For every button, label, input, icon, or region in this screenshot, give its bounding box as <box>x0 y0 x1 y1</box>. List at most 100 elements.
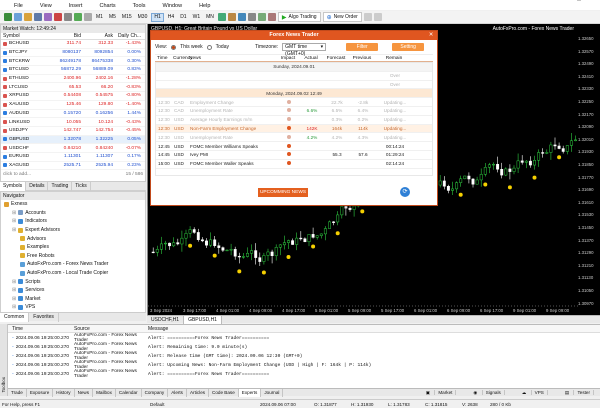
tf-m1[interactable]: M1 <box>94 13 105 22</box>
news-row[interactable]: 12:30 USD Non-Farm Employment Change 142K 16… <box>156 124 432 134</box>
market-watch-row[interactable]: GBPUSD 1.32078 1.32225 0.05% <box>1 135 145 145</box>
menu-tools[interactable]: Tools <box>131 3 148 9</box>
news-event-marker[interactable] <box>286 254 291 259</box>
navigator-item[interactable]: Advisors <box>1 234 145 243</box>
toolbox-tab-articles[interactable]: Articles <box>187 388 210 397</box>
log-row[interactable]: ◦ 2024.09.06 19:25:00.270 AutoFxPro.com - … <box>8 333 600 343</box>
market-watch-icon[interactable] <box>24 13 32 21</box>
toolbox-tab-code-base[interactable]: Code Base <box>209 388 239 397</box>
setting-button[interactable]: Setting <box>392 43 425 51</box>
log-row[interactable]: ◦ 2024.09.06 19:25:00.270 AutoFxPro.com - … <box>8 369 600 379</box>
radio-this-week[interactable] <box>171 44 177 50</box>
tab-symbols[interactable]: Symbols <box>0 181 27 191</box>
market-link[interactable]: ▣ Market <box>420 389 460 397</box>
this-week-label[interactable]: This week <box>180 44 203 50</box>
tester-link[interactable]: ▤ Tester <box>559 389 597 397</box>
news-event-marker[interactable] <box>483 182 488 187</box>
navigator-item[interactable]: AutoFxPro.com - Local Trade Copier <box>1 269 145 278</box>
tf-h1[interactable]: H1 <box>151 12 164 22</box>
news-event-marker[interactable] <box>212 253 217 258</box>
tab-details[interactable]: Details <box>26 181 49 191</box>
today-label[interactable]: Today <box>216 44 229 50</box>
toolbox-side-tab[interactable]: Toolbox <box>0 324 8 396</box>
news-row[interactable]: 12:30 CAD Employment Change 22.7k -2.8k Updat… <box>156 98 432 107</box>
terminal-icon[interactable] <box>54 13 62 21</box>
market-watch-row[interactable]: BTCKRW 86249178 86475338 0.30% <box>1 57 145 67</box>
algo-trading-button[interactable]: ▶ Algo Trading <box>277 12 321 22</box>
tf-h4[interactable]: H4 <box>166 13 176 22</box>
navigator-item[interactable]: ⊞ Expert Advisors <box>1 226 145 235</box>
line-tool-icon[interactable] <box>84 13 92 21</box>
zoom-out-icon[interactable] <box>237 13 246 21</box>
shift-icon[interactable] <box>267 13 276 21</box>
news-event-marker[interactable] <box>507 185 512 190</box>
toolbox-tab-trade[interactable]: Trade <box>8 388 27 397</box>
menu-view[interactable]: View <box>38 3 54 9</box>
navigator-item[interactable]: AutoFxPro.com - Forex News Trader <box>1 260 145 269</box>
tf-d1[interactable]: D1 <box>178 13 188 22</box>
tf-w1[interactable]: W1 <box>191 13 203 22</box>
col-log-time[interactable]: Time <box>8 326 74 332</box>
news-row[interactable]: Over <box>156 81 432 90</box>
chart-type-icon[interactable] <box>217 13 226 21</box>
news-row[interactable]: 12:30 USD Unemployment Rate 4.2% 4.2% 4.3% Upd… <box>156 133 432 143</box>
market-watch-row[interactable]: XAGUSD 2525.71 2525.94 0.23% <box>1 162 145 171</box>
col-symbol[interactable]: Symbol <box>1 33 49 39</box>
navigator-item[interactable]: Free Robots <box>1 252 145 261</box>
col-log-source[interactable]: Source <box>74 326 148 332</box>
tab-trading[interactable]: Trading <box>48 181 73 191</box>
market-watch-row[interactable]: LINKUSD 10.055 10.124 -0.43% <box>1 118 145 127</box>
autoscroll-icon[interactable] <box>257 13 266 21</box>
radio-today[interactable] <box>206 44 212 50</box>
toolbox-tab-journal[interactable]: Journal <box>261 388 284 397</box>
tester-icon[interactable] <box>64 13 72 21</box>
tab-favorites[interactable]: Favorites <box>29 312 59 322</box>
new-order-button[interactable]: ⊕ New Order <box>322 12 362 22</box>
navigator-item[interactable]: Examples <box>1 243 145 252</box>
timezone-select[interactable]: GMT time (GMT+0) ▾ <box>282 43 327 57</box>
log-row[interactable]: ◦ 2024.09.06 19:25:00.270 AutoFxPro.com - … <box>8 360 600 370</box>
crosshair-icon[interactable] <box>74 13 82 21</box>
navigator-item[interactable]: Exness <box>1 200 145 209</box>
tf-m15[interactable]: M15 <box>120 13 134 22</box>
profiles-icon[interactable] <box>14 13 22 21</box>
market-watch-row[interactable]: USDCHF 0.84210 0.84240 -0.07% <box>1 144 145 153</box>
tf-mn[interactable]: MN <box>204 13 216 22</box>
news-row[interactable]: 12:30 CAD Unemployment Rate 6.6% 6.5% 6.4% Upd… <box>156 107 432 116</box>
navigator-item[interactable]: ⊞ Accounts <box>1 209 145 218</box>
filter-button[interactable]: Filter <box>346 43 379 51</box>
navigator-icon[interactable] <box>34 13 42 21</box>
toolbox-tab-history[interactable]: History <box>53 388 75 397</box>
add-symbol-hint[interactable]: click to add... <box>3 172 31 177</box>
log-row[interactable]: ◦ 2024.09.06 19:25:00.270 AutoFxPro.com - … <box>8 342 600 352</box>
news-event-marker[interactable] <box>311 244 316 249</box>
expand-icon[interactable]: ⊞ <box>12 227 16 233</box>
navigator-item[interactable]: ⊞ Services <box>1 286 145 295</box>
news-event-marker[interactable] <box>335 231 340 236</box>
news-row[interactable]: 12:45 USD FOMC Member Williams Speaks 00:14… <box>156 142 432 151</box>
navigator-item[interactable]: ⊞ Market <box>1 295 145 304</box>
news-event-marker[interactable] <box>261 270 266 275</box>
vps-link[interactable]: ☁ VPS <box>516 389 551 397</box>
expand-icon[interactable]: ⊞ <box>12 296 16 302</box>
toolbox-tab-calendar[interactable]: Calendar <box>116 388 142 397</box>
toolbox-tab-mailbox[interactable]: Mailbox <box>93 388 116 397</box>
market-watch-row[interactable]: BTCJPY 8080137 8092854 0.00% <box>1 49 145 58</box>
menu-file[interactable]: File <box>12 3 25 9</box>
news-event-marker[interactable] <box>237 269 242 274</box>
navigator-item[interactable]: ⊞ Scripts <box>1 277 145 286</box>
close-icon[interactable]: ✕ <box>427 31 435 40</box>
status-connection[interactable]: 280 / 0 Kb <box>490 402 530 407</box>
toolbox-tab-news[interactable]: News <box>75 388 94 397</box>
news-event-marker[interactable] <box>557 155 562 160</box>
tf-m5[interactable]: M5 <box>107 13 118 22</box>
toolbox-tab-exposure[interactable]: Exposure <box>27 388 54 397</box>
toolbox-tab-company[interactable]: Company <box>142 388 169 397</box>
navigator-item[interactable]: ⊞ VPS <box>1 303 145 312</box>
grid-icon[interactable] <box>247 13 256 21</box>
news-event-marker[interactable] <box>532 175 537 180</box>
expand-icon[interactable]: ⊞ <box>12 279 16 285</box>
menu-window[interactable]: Window <box>161 3 185 9</box>
market-watch-row[interactable]: ETHUSD 2400.96 2402.16 -1.28% <box>1 75 145 84</box>
tab-common[interactable]: Common <box>0 312 30 322</box>
